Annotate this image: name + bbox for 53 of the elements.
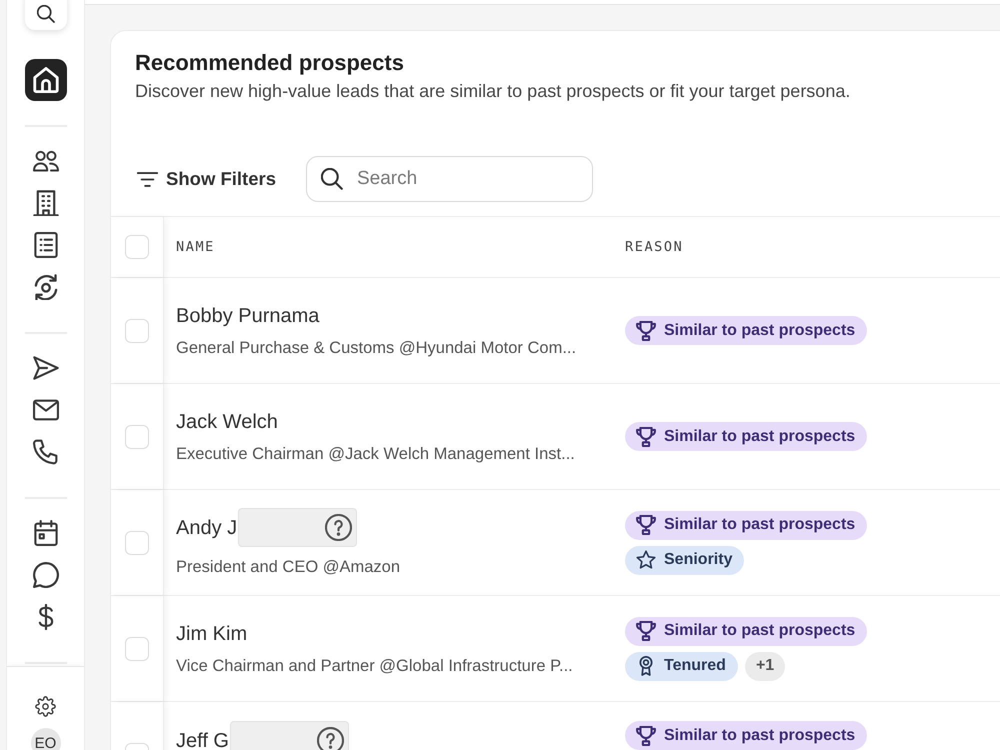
job-title: Vice Chairman and Partner @Global Infrastructure P... [176, 656, 573, 676]
home-icon [32, 67, 58, 93]
select-all-checkbox[interactable] [125, 235, 149, 259]
prospect-name: Jack Welch [176, 410, 278, 434]
user-avatar[interactable]: EO [30, 728, 60, 750]
reason-label: Similar to past prospects [664, 726, 856, 746]
prospect-name: Jeff G [176, 728, 229, 750]
page-subtitle: Discover new high-value leads that are similar to past prospects or fit your target persona. [135, 80, 852, 103]
reason-label: Similar to past prospects [664, 515, 856, 535]
trophy-icon [636, 515, 656, 535]
job-title: General Purchase & Customs @Hyundai Motor Com... [176, 338, 576, 358]
reason-label: Similar to past prospects [664, 621, 856, 641]
refresh-icon [32, 274, 58, 300]
chat-bubble-icon [32, 562, 58, 588]
send-icon [32, 355, 58, 381]
reason-label: Tenured [664, 656, 726, 676]
column-header: REASON [625, 239, 684, 255]
reason-label: Seniority [664, 550, 732, 570]
prospect-name: Jim Kim [176, 622, 248, 646]
trophy-icon [636, 320, 656, 340]
more-count-tag: +1 [744, 652, 786, 680]
row-checkbox[interactable] [125, 318, 149, 342]
help-icon [317, 727, 344, 750]
people-icon [32, 148, 58, 174]
trophy-icon [636, 621, 656, 641]
search-icon [321, 168, 343, 190]
help-icon [325, 514, 352, 541]
prospect-name: Bobby Purnama [176, 304, 320, 328]
job-title: President and CEO @Amazon [176, 557, 400, 577]
search-field[interactable]: Search [306, 156, 593, 202]
star-icon [636, 550, 656, 570]
page-title: Recommended prospects [135, 49, 405, 77]
home-nav-button[interactable] [24, 59, 66, 101]
column-header: NAME [176, 239, 215, 255]
list-icon [32, 232, 58, 258]
reason-label: Similar to past prospects [664, 320, 856, 340]
prospect-name: Andy J [176, 516, 238, 540]
settings-icon [35, 696, 56, 716]
row-checkbox[interactable] [125, 636, 149, 660]
building-icon [32, 190, 58, 216]
trophy-icon [636, 426, 656, 446]
search-icon [36, 5, 54, 23]
row-checkbox[interactable] [125, 530, 149, 554]
calendar-icon [32, 520, 58, 546]
mail-icon [32, 397, 58, 423]
show-filters-button[interactable]: Show Filters [135, 160, 278, 198]
filter-icon [137, 172, 158, 186]
row-checkbox[interactable] [125, 424, 149, 448]
reason-label: Similar to past prospects [664, 426, 856, 446]
trophy-icon [636, 726, 656, 746]
phone-icon [32, 439, 58, 465]
job-title: Executive Chairman @Jack Welch Management Inst... [176, 444, 575, 464]
search-button[interactable] [24, 0, 66, 30]
